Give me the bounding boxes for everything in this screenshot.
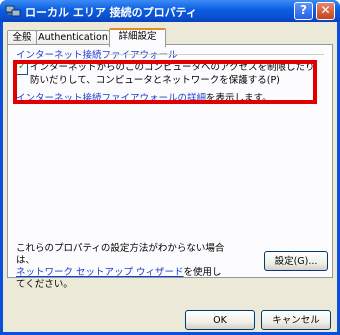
title-bar[interactable]: ローカル エリア 接続のプロパティ ? ✕: [0, 0, 340, 22]
help-button[interactable]: ?: [294, 2, 313, 20]
help-text-line1: これらのプロパティの設定方法がわからない場合は、: [16, 243, 225, 266]
tab-advanced[interactable]: 詳細設定: [109, 28, 166, 47]
cancel-button[interactable]: キャンセル: [261, 310, 331, 330]
network-connection-icon: [5, 5, 21, 17]
close-button[interactable]: ✕: [316, 2, 335, 20]
properties-dialog: ローカル エリア 接続のプロパティ ? ✕ 全般 Authentication …: [0, 0, 340, 335]
tab-general[interactable]: 全般: [7, 30, 37, 45]
dialog-client-area: 全般 Authentication 詳細設定 インターネット接続ファイアウォール…: [3, 22, 337, 332]
help-text: これらのプロパティの設定方法がわからない場合は、 ネットワーク セットアップ ウ…: [16, 243, 226, 291]
window-title: ローカル エリア 接続のプロパティ: [25, 6, 197, 19]
ok-button[interactable]: OK: [185, 310, 255, 330]
tab-authentication[interactable]: Authentication: [36, 30, 110, 45]
network-setup-wizard-link[interactable]: ネットワーク セットアップ ウィザード: [16, 267, 184, 278]
section-divider: [106, 54, 324, 55]
settings-button[interactable]: 設定(G)...: [264, 251, 328, 271]
highlight-annotation: [13, 60, 317, 104]
